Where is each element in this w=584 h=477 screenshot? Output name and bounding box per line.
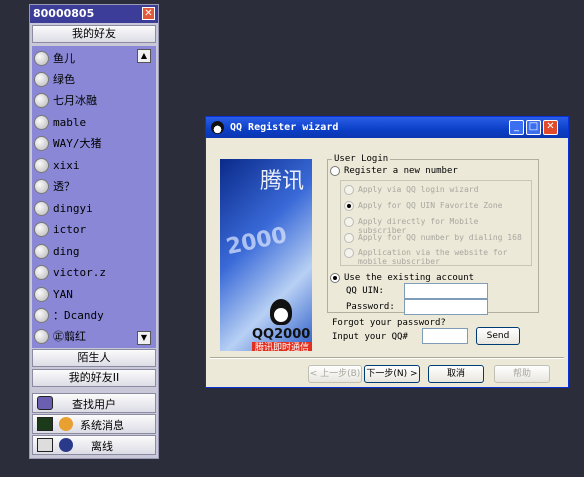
minimize-button[interactable]: _ (509, 120, 524, 135)
avatar-icon (34, 286, 49, 302)
find-user-button[interactable]: 查找用户 (32, 393, 156, 413)
buddy-item[interactable]: xixi (34, 155, 139, 175)
apply-option[interactable]: Apply for QQ UIN Favorite Zone (344, 201, 503, 211)
radio-icon (344, 233, 354, 243)
back-button[interactable]: < 上一步(B) (308, 365, 362, 383)
buddy-item[interactable]: ding (34, 241, 139, 261)
avatar-icon (34, 200, 49, 216)
input-qq-label: Input your QQ# (332, 332, 408, 342)
register-new-radio[interactable]: Register a new number (330, 166, 458, 176)
password-input[interactable] (404, 299, 488, 315)
group-my-friends-2[interactable]: 我的好友II (32, 369, 156, 387)
buddy-item[interactable]: mable (34, 112, 139, 132)
avatar-icon (34, 71, 49, 87)
radio-icon (330, 166, 340, 176)
send-button[interactable]: Send (476, 327, 520, 345)
divider (210, 357, 564, 359)
close-button[interactable]: ✕ (543, 120, 558, 135)
cancel-button[interactable]: 取消 (428, 365, 484, 383)
system-message-button[interactable]: 系统消息 (32, 414, 156, 434)
buddy-item[interactable]: victor.z (34, 262, 139, 282)
qq-title: 80000805 (30, 5, 158, 23)
banner-logo: QQ2000 (252, 327, 311, 342)
group-my-friends[interactable]: 我的好友 (32, 25, 156, 43)
buddy-item[interactable]: ㊣翦红 (34, 326, 139, 346)
avatar-icon (34, 178, 49, 194)
help-button[interactable]: 帮助 (494, 365, 550, 383)
buddy-item[interactable]: 绿色 (34, 69, 139, 89)
penguin-logo-icon (270, 299, 292, 325)
apply-option[interactable]: Application via the website for mobile s… (344, 248, 530, 266)
forgot-qq-input[interactable] (422, 328, 468, 344)
qq-penguin-icon (211, 121, 224, 134)
buddy-item[interactable]: ：Dcandy (34, 305, 139, 325)
apply-options-box: Apply via QQ login wizard Apply for QQ U… (340, 180, 532, 266)
qq-uin-input[interactable] (404, 283, 488, 299)
radio-icon (344, 201, 354, 211)
register-wizard-window: QQ Register wizard _ □ ✕ 腾讯 2000 QQ2000 … (205, 116, 569, 388)
buddy-item[interactable]: ictor (34, 219, 139, 239)
user-login-legend: User Login (332, 154, 391, 164)
radio-icon (344, 248, 354, 258)
buddy-item[interactable]: 七月冰融 (34, 90, 139, 110)
avatar-icon (34, 328, 49, 344)
avatar-icon (34, 243, 49, 259)
password-label: Password: (346, 302, 395, 312)
apply-option[interactable]: Apply via QQ login wizard (344, 185, 478, 195)
avatar-icon (34, 50, 49, 66)
buddy-list: 鱼儿 绿色 七月冰融 mable WAY/大猪 xixi 透？ dingyi i… (32, 46, 156, 348)
buddy-item[interactable]: 透？ (34, 176, 139, 196)
qq-close-button[interactable]: ✕ (142, 7, 155, 20)
radio-icon (330, 273, 340, 283)
offline-button[interactable]: 离线 (32, 435, 156, 455)
radio-icon (344, 185, 354, 195)
use-existing-radio[interactable]: Use the existing account (330, 273, 474, 283)
buddy-item[interactable]: 鱼儿 (34, 48, 139, 68)
avatar-icon (34, 157, 49, 173)
forgot-password-label: Forgot your password? (332, 318, 446, 328)
apply-option[interactable]: Apply for QQ number by dialing 168 (344, 233, 522, 243)
banner-subtitle: 腾讯即时通信 (252, 342, 312, 351)
avatar-icon (34, 264, 49, 280)
buddy-item[interactable]: dingyi (34, 198, 139, 218)
scroll-down-button[interactable]: ▼ (137, 331, 151, 345)
banner-year: 2000 (224, 222, 290, 261)
scroll-up-button[interactable]: ▲ (137, 49, 151, 63)
group-strangers[interactable]: 陌生人 (32, 349, 156, 367)
avatar-icon (34, 92, 49, 108)
avatar-icon (34, 307, 49, 323)
qq2000-banner: 腾讯 2000 QQ2000 腾讯即时通信 (220, 159, 312, 351)
qq-buddy-panel: 80000805 ✕ 我的好友 鱼儿 绿色 七月冰融 mable WAY/大猪 … (29, 4, 159, 459)
buddy-item[interactable]: WAY/大猪 (34, 133, 139, 153)
buddy-item[interactable]: YAN (34, 284, 139, 304)
avatar-icon (34, 114, 49, 130)
next-button[interactable]: 下一步(N) > (364, 365, 420, 383)
banner-xun: 腾讯 (260, 169, 305, 194)
qq-uin-label: QQ UIN: (346, 286, 384, 296)
radio-icon (344, 217, 354, 227)
avatar-icon (34, 135, 49, 151)
avatar-icon (34, 221, 49, 237)
maximize-button[interactable]: □ (526, 120, 541, 135)
